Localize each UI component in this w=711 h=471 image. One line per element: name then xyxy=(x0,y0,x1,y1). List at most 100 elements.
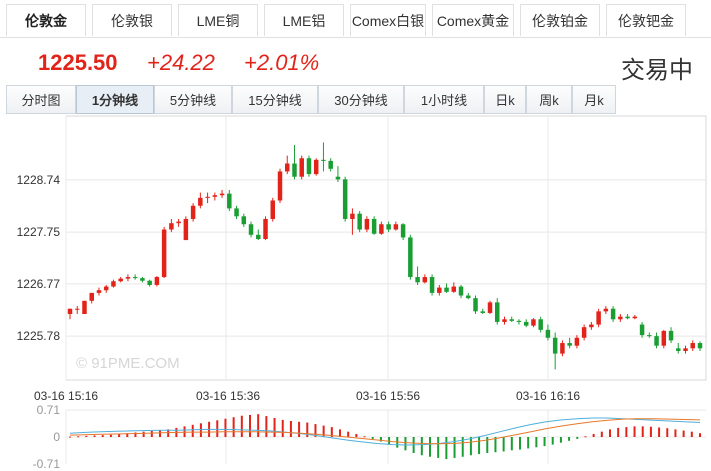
macd-bar-77 xyxy=(699,433,701,437)
y-tick-label-1: 1227.75 xyxy=(17,225,61,239)
macd-bar-47 xyxy=(453,437,456,458)
candle-body-63 xyxy=(523,321,529,326)
macd-bar-46 xyxy=(445,437,448,460)
macd-y-tick-1: 0 xyxy=(53,430,60,444)
candle-body-59 xyxy=(494,302,500,322)
macd-bar-11 xyxy=(159,430,161,437)
macd-bar-24 xyxy=(265,416,268,437)
macd-bar-67 xyxy=(617,427,620,437)
candle-body-34 xyxy=(313,159,319,175)
macd-bar-35 xyxy=(355,433,358,437)
candle-body-73 xyxy=(596,311,601,325)
candle-body-4 xyxy=(96,290,102,293)
macd-bar-62 xyxy=(576,437,579,439)
macd-bar-61 xyxy=(568,437,571,441)
macd-bar-56 xyxy=(527,437,530,449)
macd-bar-70 xyxy=(641,426,644,437)
macd-bar-43 xyxy=(420,437,423,456)
macd-bar-58 xyxy=(543,437,546,447)
macd-bar-65 xyxy=(600,431,603,437)
candle-body-70 xyxy=(574,337,580,346)
macd-bar-14 xyxy=(183,426,186,437)
macd-bar-27 xyxy=(289,421,292,437)
candle-body-86 xyxy=(690,343,696,349)
candle-body-66 xyxy=(545,329,551,338)
macd-bar-50 xyxy=(478,437,481,455)
macd-bar-66 xyxy=(609,429,611,437)
candle-body-56 xyxy=(473,298,478,312)
macd-bar-0 xyxy=(69,436,71,438)
macd-bar-57 xyxy=(535,437,538,448)
candle-body-83 xyxy=(668,330,674,341)
candle-body-16 xyxy=(183,218,189,241)
x-tick-label-3: 03-16 16:16 xyxy=(516,389,580,403)
candle-body-61 xyxy=(509,319,514,321)
macd-bar-53 xyxy=(502,437,505,452)
candle-body-55 xyxy=(466,295,471,299)
candle-body-69 xyxy=(567,343,572,346)
macd-bar-69 xyxy=(633,426,636,437)
candle-body-21 xyxy=(219,193,225,196)
candle-body-13 xyxy=(161,229,167,278)
macd-bar-73 xyxy=(666,428,669,437)
candle-body-6 xyxy=(111,281,116,287)
candle-body-51 xyxy=(437,287,442,293)
candle-body-48 xyxy=(415,277,420,283)
macd-bar-18 xyxy=(216,420,219,437)
candle-body-17 xyxy=(190,205,196,219)
candle-body-42 xyxy=(371,218,377,234)
candle-body-18 xyxy=(198,197,203,206)
candle-body-40 xyxy=(357,213,362,230)
candle-body-35 xyxy=(321,159,326,161)
candle-body-84 xyxy=(676,348,681,351)
x-tick-label-2: 03-16 15:56 xyxy=(356,389,420,403)
macd-bar-19 xyxy=(224,418,227,437)
candle-body-8 xyxy=(125,277,131,279)
candle-body-37 xyxy=(335,176,341,180)
macd-bar-68 xyxy=(625,427,628,437)
macd-y-tick-0: 0.71 xyxy=(37,403,61,417)
macd-bar-52 xyxy=(494,437,497,453)
macd-bar-26 xyxy=(281,419,284,437)
candle-body-44 xyxy=(386,224,391,230)
macd-bar-25 xyxy=(273,417,276,437)
candle-body-87 xyxy=(697,343,703,349)
y-tick-label-2: 1226.77 xyxy=(17,277,61,291)
candle-body-58 xyxy=(487,302,493,313)
candle-body-22 xyxy=(227,193,232,209)
candle-body-2 xyxy=(82,300,87,314)
macd-bar-41 xyxy=(404,437,407,451)
candle-body-54 xyxy=(458,286,464,296)
candle-body-14 xyxy=(169,223,174,230)
macd-bar-3 xyxy=(93,435,96,437)
macd-bar-22 xyxy=(249,414,251,437)
candle-body-31 xyxy=(292,163,297,177)
candle-body-49 xyxy=(422,277,428,283)
candle-body-81 xyxy=(654,336,659,346)
candle-body-45 xyxy=(393,224,399,230)
candle-body-15 xyxy=(176,221,181,224)
macd-bar-45 xyxy=(437,437,440,458)
macd-bar-21 xyxy=(240,415,243,437)
candle-body-20 xyxy=(212,195,218,197)
candle-body-76 xyxy=(618,316,623,320)
candle-body-85 xyxy=(683,348,688,351)
macd-bar-76 xyxy=(690,431,693,437)
macd-bar-75 xyxy=(682,430,685,437)
candle-body-82 xyxy=(661,330,667,346)
candle-body-25 xyxy=(248,224,254,235)
candle-body-28 xyxy=(270,200,276,219)
macd-bar-5 xyxy=(109,434,112,437)
candle-body-29 xyxy=(277,171,283,201)
candle-body-46 xyxy=(400,224,406,238)
candle-body-1 xyxy=(74,308,80,310)
y-tick-label-0: 1228.74 xyxy=(17,173,61,187)
macd-bar-4 xyxy=(101,435,104,437)
candle-body-38 xyxy=(342,179,348,219)
macd-bar-44 xyxy=(429,437,431,457)
candle-body-32 xyxy=(299,158,304,177)
candle-body-52 xyxy=(444,287,449,292)
macd-bar-9 xyxy=(142,431,145,437)
candle-body-50 xyxy=(429,277,435,293)
candle-body-9 xyxy=(132,277,138,279)
